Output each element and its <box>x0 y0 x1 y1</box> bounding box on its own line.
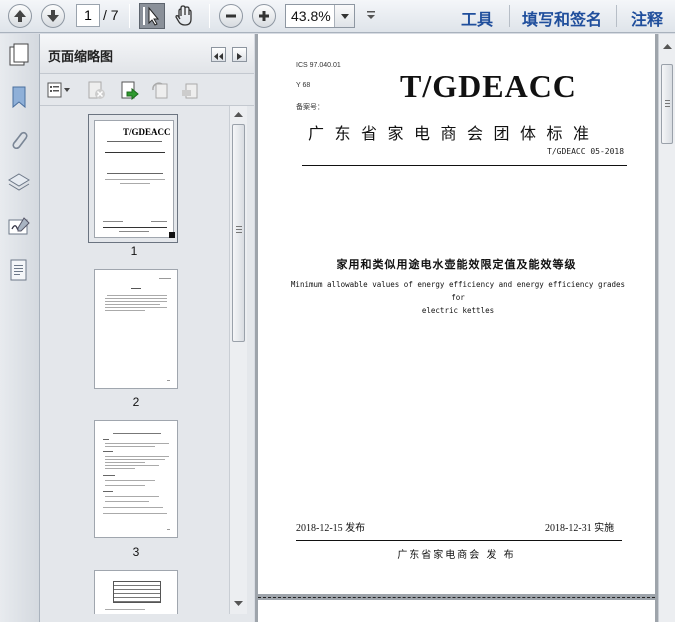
zoom-value: 43.8% <box>291 8 331 24</box>
page-total: / 7 <box>103 7 119 23</box>
navigation-rail <box>0 34 40 622</box>
thumbnail-list[interactable]: T/GDEACC 1 2 3 <box>44 106 229 614</box>
chevron-right-icon <box>237 53 242 60</box>
panel-header: 页面缩略图 <box>40 34 254 74</box>
options-menu-icon[interactable] <box>46 80 72 100</box>
organization-name: 广东省家电商会团体标准 <box>308 124 600 143</box>
zoom-in-button[interactable] <box>252 4 276 28</box>
fill-sign-menu[interactable]: 填写和签名 <box>522 6 602 30</box>
hand-icon <box>175 5 192 26</box>
thumbnail-label: 1 <box>130 244 138 258</box>
document-page-2 <box>258 600 655 622</box>
toolbar-menu-icon[interactable] <box>366 11 376 21</box>
thumbnail-page-4[interactable] <box>94 570 178 614</box>
title-en-line-2: electric kettles <box>421 306 495 315</box>
record-number-label: 备案号： <box>296 104 324 111</box>
next-page-button[interactable] <box>41 4 65 28</box>
document-page-1: ICS 97.040.01 Y 68 备案号： T/GDEACC 广东省家电商会… <box>258 34 655 594</box>
zoom-out-button[interactable] <box>219 4 243 28</box>
arrow-down-icon <box>47 10 59 22</box>
main-toolbar: 1 / 7 43.8% 工具 填写和签名 注释 <box>0 0 675 33</box>
document-icon[interactable] <box>6 257 32 283</box>
standard-code: T/GDEACC 05-2018 <box>547 147 625 156</box>
page-thumbnails-panel: 页面缩略图 T/GDEACC 1 2 3 <box>40 34 254 622</box>
double-chevron-left-icon <box>214 53 223 60</box>
chevron-down-icon <box>341 14 349 19</box>
bookmark-icon[interactable] <box>6 84 32 110</box>
standard-logo: T/GDEACC <box>400 68 577 104</box>
paperclip-icon[interactable] <box>6 127 32 153</box>
expand-panel-button[interactable] <box>232 47 247 62</box>
document-title-cn: 家用和类似用途电水壶能效限定值及能效等级 <box>336 258 577 271</box>
footer-rule <box>296 540 622 541</box>
document-title-en: Minimum allowable values of energy effic… <box>288 278 628 317</box>
layers-icon[interactable] <box>6 170 32 196</box>
thumbnail-scrollbar[interactable] <box>229 106 247 614</box>
thumb-logo: T/GDEACC <box>123 127 171 137</box>
collapse-panel-button[interactable] <box>211 47 226 62</box>
thumbnail-label: 2 <box>132 395 140 409</box>
thumbnail-page-1[interactable]: T/GDEACC <box>94 120 175 238</box>
comment-menu[interactable]: 注释 <box>631 6 663 30</box>
issue-date: 2018-12-15 发布 <box>296 523 366 534</box>
delete-page-icon[interactable] <box>86 80 106 100</box>
previous-page-button[interactable] <box>8 4 32 28</box>
thumbnail-page-3[interactable] <box>94 420 178 538</box>
page-number-input[interactable]: 1 <box>76 4 100 27</box>
print-page-icon[interactable] <box>180 80 200 100</box>
tools-menu[interactable]: 工具 <box>461 6 493 30</box>
minus-icon <box>226 14 236 18</box>
select-tool-button[interactable] <box>139 3 165 29</box>
zoom-dropdown-button[interactable] <box>334 5 354 27</box>
document-view[interactable]: ICS 97.040.01 Y 68 备案号： T/GDEACC 广东省家电商会… <box>255 34 675 622</box>
document-scrollbar[interactable] <box>658 34 675 622</box>
plus-icon <box>259 11 269 21</box>
rotate-page-icon[interactable] <box>150 80 170 100</box>
document-scroll-thumb[interactable] <box>661 64 673 144</box>
menu-separator <box>616 5 617 27</box>
zoom-select[interactable]: 43.8% <box>285 4 355 28</box>
scroll-up-icon[interactable] <box>233 110 244 118</box>
pages-icon[interactable] <box>6 42 32 68</box>
cursor-icon <box>143 6 160 26</box>
header-rule <box>302 165 627 166</box>
page-break-line <box>258 597 655 598</box>
toolbar-separator <box>209 4 210 28</box>
implementation-date: 2018-12-31 实施 <box>545 523 615 534</box>
title-en-line-1: Minimum allowable values of energy effic… <box>290 280 626 302</box>
panel-title: 页面缩略图 <box>48 50 114 65</box>
thumbnail-scroll-thumb[interactable] <box>232 124 245 342</box>
thumbnail-label: 3 <box>132 545 140 559</box>
scroll-down-icon[interactable] <box>233 600 244 608</box>
signature-icon[interactable] <box>6 214 32 240</box>
hand-tool-button[interactable] <box>172 3 198 29</box>
publisher: 广东省家电商会 发 布 <box>397 550 516 561</box>
y-code: Y 68 <box>296 82 311 89</box>
panel-toolbar <box>40 74 254 106</box>
arrow-up-icon <box>14 10 26 22</box>
extract-page-icon[interactable] <box>119 80 139 100</box>
scroll-up-icon[interactable] <box>662 42 673 50</box>
thumbnail-page-2[interactable] <box>94 269 178 389</box>
ics-code: ICS 97.040.01 <box>296 62 341 69</box>
toolbar-separator <box>129 4 130 28</box>
menu-separator <box>509 5 510 27</box>
